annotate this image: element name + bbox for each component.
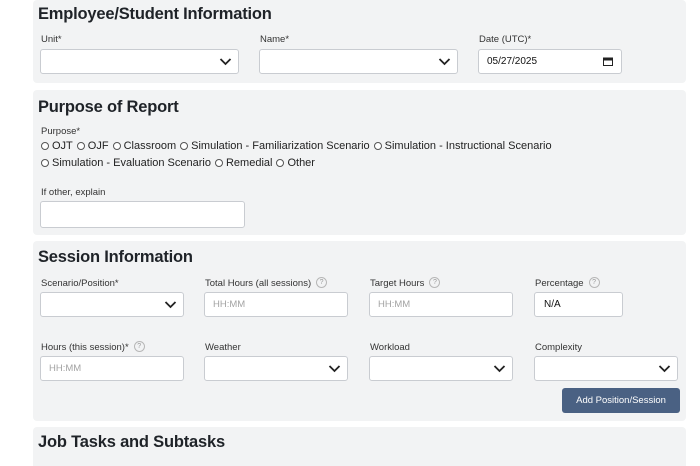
radio-option-ojf[interactable]: OJF bbox=[76, 140, 109, 152]
radio-option-sim-instructional[interactable]: Simulation - Instructional Scenario bbox=[373, 140, 552, 152]
purpose-radio-row-2: Simulation - Evaluation Scenario Remedia… bbox=[41, 157, 319, 169]
radio-option-sim-evaluation[interactable]: Simulation - Evaluation Scenario bbox=[41, 157, 211, 169]
tasks-section-title: Job Tasks and Subtasks bbox=[38, 433, 225, 451]
help-circle-icon[interactable]: ? bbox=[316, 277, 328, 288]
name-label: Name* bbox=[260, 34, 290, 45]
hours-session-placeholder: HH:MM bbox=[49, 363, 82, 374]
complexity-select[interactable] bbox=[534, 356, 678, 381]
hours-session-input[interactable]: HH:MM bbox=[40, 356, 184, 381]
hours-session-label-text: Hours (this session)* bbox=[41, 342, 129, 354]
employee-section-title: Employee/Student Information bbox=[38, 5, 272, 23]
chevron-down-icon bbox=[328, 365, 341, 373]
unit-label: Unit* bbox=[41, 34, 62, 45]
calendar-icon[interactable] bbox=[603, 57, 613, 66]
total-hours-input[interactable]: HH:MM bbox=[204, 292, 348, 317]
radio-option-remedial[interactable]: Remedial bbox=[214, 157, 273, 169]
purpose-section: Purpose of Report Purpose* OJT OJF Class… bbox=[33, 90, 686, 235]
weather-select[interactable] bbox=[204, 356, 348, 381]
purpose-section-title: Purpose of Report bbox=[38, 98, 179, 116]
target-hours-label-text: Target Hours bbox=[370, 278, 425, 290]
employee-section: Employee/Student Information Unit* Name*… bbox=[33, 0, 686, 83]
radio-option-ojt[interactable]: OJT bbox=[41, 140, 73, 152]
radio-option-classroom[interactable]: Classroom bbox=[112, 140, 177, 152]
other-explain-label: If other, explain bbox=[41, 187, 106, 198]
tasks-section: Job Tasks and Subtasks bbox=[33, 427, 686, 466]
chevron-down-icon bbox=[658, 365, 671, 373]
name-select[interactable] bbox=[259, 49, 458, 74]
date-value: 05/27/2025 bbox=[487, 56, 538, 67]
radio-label: Classroom bbox=[123, 140, 177, 152]
session-section: Session Information Scenario/Position* T… bbox=[33, 241, 686, 421]
radio-button[interactable] bbox=[41, 159, 49, 167]
radio-label: Remedial bbox=[225, 157, 273, 169]
purpose-radio-row-1: OJT OJF Classroom Simulation - Familiari… bbox=[41, 140, 556, 152]
radio-button[interactable] bbox=[76, 142, 85, 150]
workload-label: Workload bbox=[370, 342, 410, 353]
percentage-label: Percentage? bbox=[535, 277, 600, 290]
total-hours-label-text: Total Hours (all sessions) bbox=[205, 278, 312, 290]
percentage-value: N/A bbox=[544, 299, 561, 310]
radio-button[interactable] bbox=[373, 142, 382, 150]
target-hours-placeholder: HH:MM bbox=[378, 299, 411, 310]
chevron-down-icon bbox=[219, 58, 232, 66]
scenario-select[interactable] bbox=[40, 292, 184, 317]
scenario-label: Scenario/Position* bbox=[41, 278, 119, 289]
date-label: Date (UTC)* bbox=[479, 34, 532, 45]
weather-label: Weather bbox=[205, 342, 241, 353]
help-circle-icon[interactable]: ? bbox=[588, 277, 600, 288]
percentage-field: N/A bbox=[534, 292, 623, 317]
purpose-label: Purpose* bbox=[41, 126, 81, 137]
radio-option-other[interactable]: Other bbox=[276, 157, 315, 169]
radio-button[interactable] bbox=[214, 159, 223, 167]
radio-label: Simulation - Familiarization Scenario bbox=[191, 140, 370, 152]
radio-label: Other bbox=[287, 157, 315, 169]
session-section-title: Session Information bbox=[38, 248, 193, 266]
radio-button[interactable] bbox=[180, 142, 189, 150]
percentage-label-text: Percentage bbox=[535, 278, 584, 290]
chevron-down-icon bbox=[493, 365, 506, 373]
radio-label: Simulation - Evaluation Scenario bbox=[52, 157, 211, 169]
radio-option-sim-familiarization[interactable]: Simulation - Familiarization Scenario bbox=[180, 140, 370, 152]
other-explain-input[interactable] bbox=[40, 201, 245, 228]
target-hours-input[interactable]: HH:MM bbox=[369, 292, 513, 317]
total-hours-placeholder: HH:MM bbox=[213, 299, 246, 310]
complexity-label: Complexity bbox=[535, 342, 582, 353]
radio-button[interactable] bbox=[112, 142, 121, 150]
radio-button[interactable] bbox=[276, 159, 285, 167]
radio-label: OJF bbox=[87, 140, 109, 152]
radio-label: OJT bbox=[52, 140, 73, 152]
help-circle-icon[interactable]: ? bbox=[133, 341, 145, 352]
hours-session-label: Hours (this session)*? bbox=[41, 341, 145, 354]
date-input[interactable]: 05/27/2025 bbox=[478, 49, 622, 74]
chevron-down-icon bbox=[164, 301, 177, 309]
radio-label: Simulation - Instructional Scenario bbox=[384, 140, 552, 152]
chevron-down-icon bbox=[438, 58, 451, 66]
target-hours-label: Target Hours? bbox=[370, 277, 441, 290]
help-circle-icon[interactable]: ? bbox=[429, 277, 441, 288]
total-hours-label: Total Hours (all sessions)? bbox=[205, 277, 328, 290]
radio-button[interactable] bbox=[41, 142, 49, 150]
workload-select[interactable] bbox=[369, 356, 513, 381]
unit-select[interactable] bbox=[40, 49, 239, 74]
add-position-session-button[interactable]: Add Position/Session bbox=[562, 388, 680, 413]
